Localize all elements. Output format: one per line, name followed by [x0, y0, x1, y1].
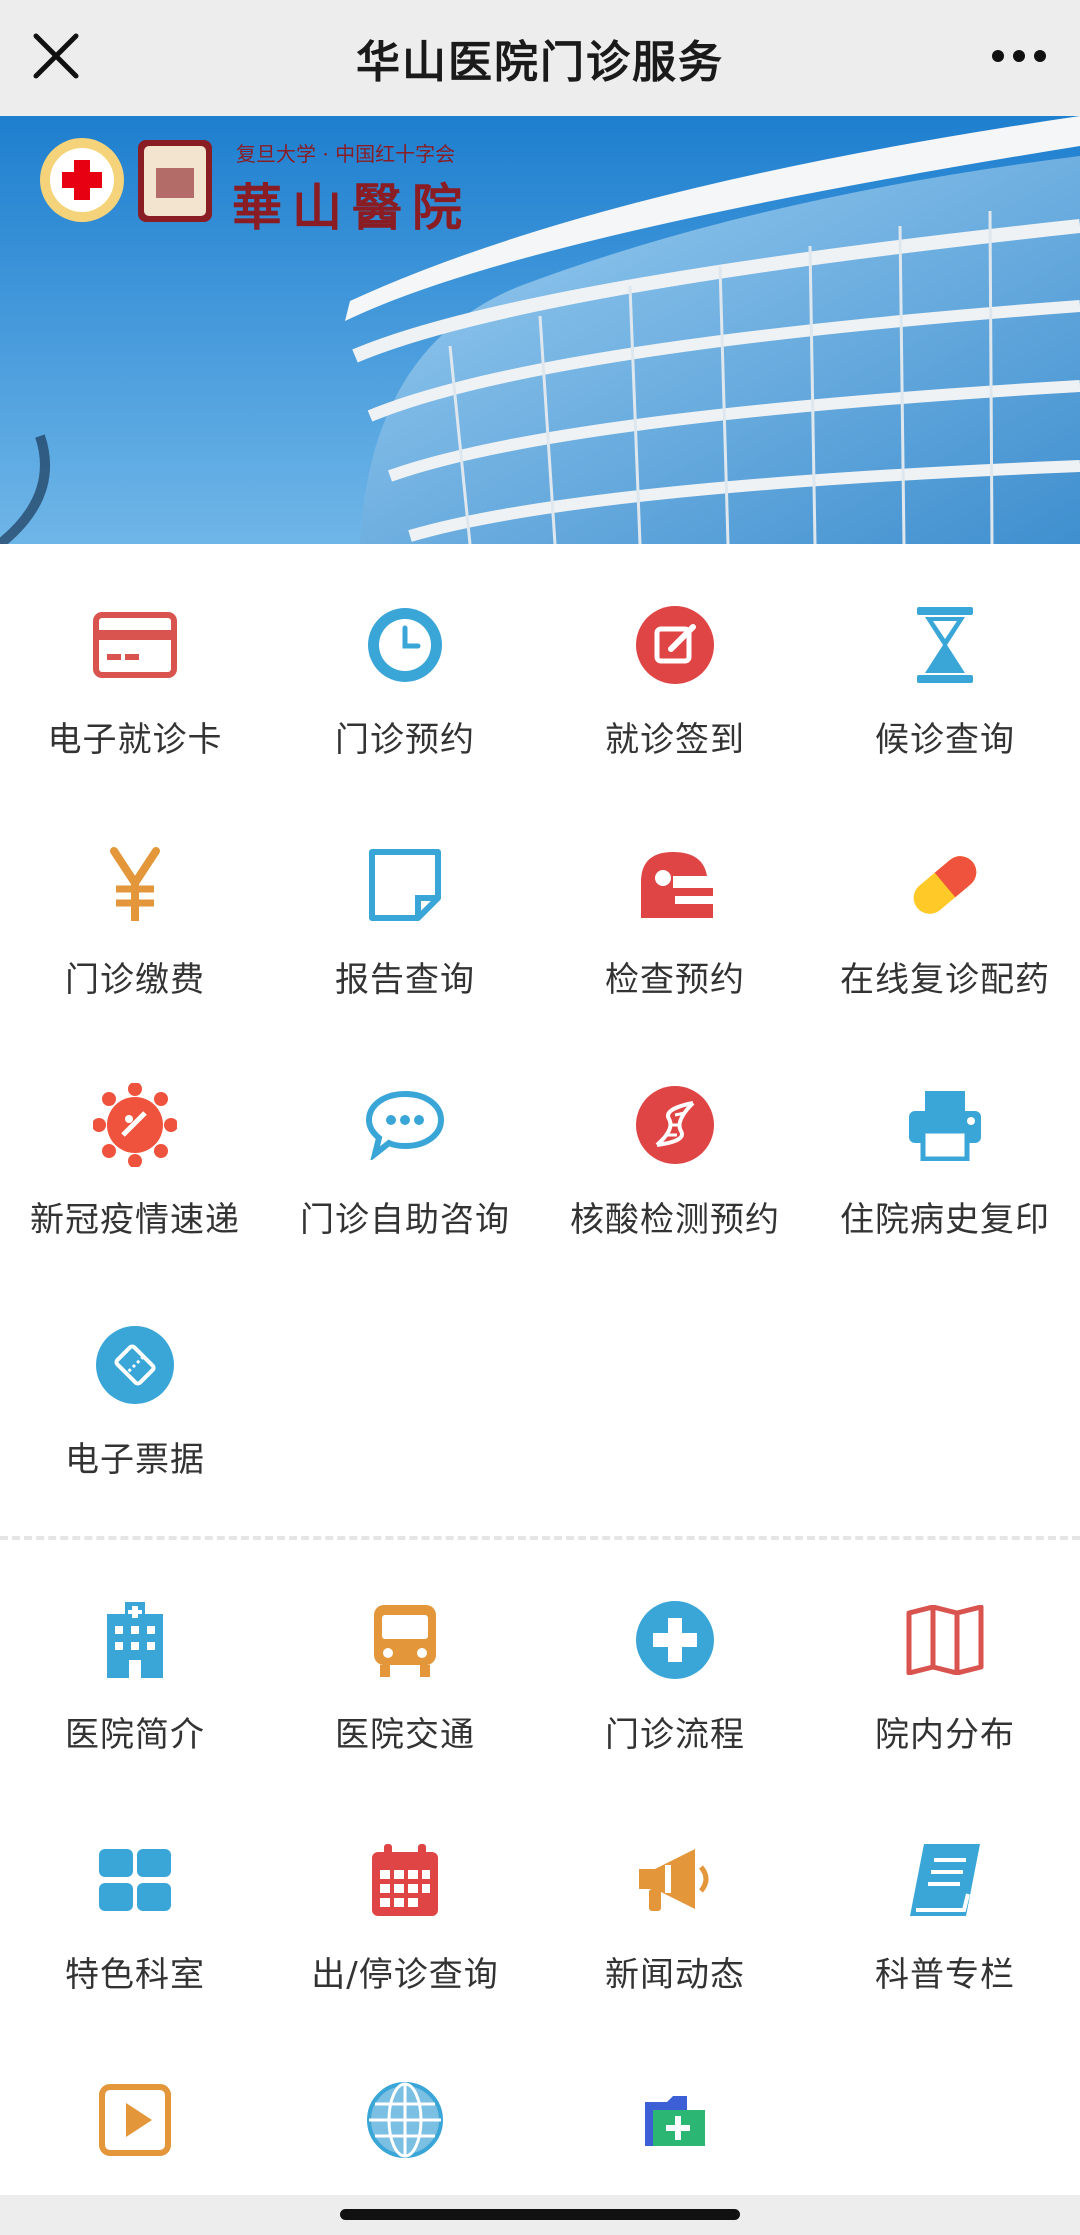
- info-label: 特色科室: [65, 1955, 205, 1995]
- scanner-icon: [630, 840, 720, 930]
- service-label: 电子就诊卡: [47, 720, 223, 760]
- service-label: 检查预约: [605, 960, 745, 1000]
- service-e-card[interactable]: 电子就诊卡: [0, 600, 270, 800]
- service-report[interactable]: 报告查询: [270, 840, 540, 1040]
- service-label: 电子票据: [65, 1440, 205, 1480]
- more-icon[interactable]: [984, 26, 1054, 86]
- service-label: 候诊查询: [875, 720, 1015, 760]
- service-label: 核酸检测预约: [570, 1200, 780, 1240]
- info-label: 医院交通: [335, 1715, 475, 1755]
- service-queue[interactable]: 候诊查询: [810, 600, 1080, 800]
- top-bar: 华山医院门诊服务: [0, 0, 1080, 116]
- info-label: 医院简介: [65, 1715, 205, 1755]
- service-label: 新冠疫情速递: [30, 1200, 240, 1240]
- book-icon: [900, 1835, 990, 1925]
- service-label: 在线复诊配药: [840, 960, 1050, 1000]
- banner-logo-small-text: 复旦大学 · 中国红十字会: [236, 142, 456, 166]
- bus-icon: [360, 1595, 450, 1685]
- building-icon: [90, 1595, 180, 1685]
- info-process[interactable]: 门诊流程: [540, 1595, 810, 1795]
- pill-icon: [900, 840, 990, 930]
- info-label: 出/停诊查询: [311, 1955, 499, 1995]
- info-schedule[interactable]: 出/停诊查询: [270, 1835, 540, 2035]
- info-label: 院内分布: [875, 1715, 1015, 1755]
- virus-icon: [90, 1080, 180, 1170]
- clock-icon: [360, 600, 450, 690]
- plus-circle-icon: [630, 1595, 720, 1685]
- info-transport[interactable]: 医院交通: [270, 1595, 540, 1795]
- service-label: 就诊签到: [605, 720, 745, 760]
- info-science[interactable]: 科普专栏: [810, 1835, 1080, 2035]
- info-news[interactable]: 新闻动态: [540, 1835, 810, 2035]
- banner-logo-text: 華山醫院: [232, 178, 472, 237]
- globe-icon: [360, 2075, 450, 2165]
- chat-icon: [360, 1080, 450, 1170]
- service-label: 住院病史复印: [840, 1200, 1050, 1240]
- service-online-refill[interactable]: 在线复诊配药: [810, 840, 1080, 1040]
- info-floor-map[interactable]: 院内分布: [810, 1595, 1080, 1795]
- info-hospital-intro[interactable]: 医院简介: [0, 1595, 270, 1795]
- page-title: 华山医院门诊服务: [356, 37, 724, 88]
- grid-icon: [90, 1835, 180, 1925]
- calendar-icon: [360, 1835, 450, 1925]
- megaphone-icon: [630, 1835, 720, 1925]
- card-icon: [90, 600, 180, 690]
- folder-add-icon: [630, 2075, 720, 2165]
- service-exam-booking[interactable]: 检查预约: [540, 840, 810, 1040]
- printer-icon: [900, 1080, 990, 1170]
- map-icon: [900, 1595, 990, 1685]
- hourglass-icon: [900, 600, 990, 690]
- service-self-consult[interactable]: 门诊自助咨询: [270, 1080, 540, 1280]
- close-icon[interactable]: [26, 26, 86, 86]
- section-divider: [0, 1536, 1080, 1540]
- info-label: 新闻动态: [605, 1955, 745, 1995]
- red-cross-logo: [40, 138, 124, 222]
- hospital-seal-logo: [138, 140, 212, 222]
- info-label: 科普专栏: [875, 1955, 1015, 1995]
- edit-icon: [630, 600, 720, 690]
- service-nucleic-test[interactable]: 核酸检测预约: [540, 1080, 810, 1280]
- ticket-icon: [90, 1320, 180, 1410]
- service-record-copy[interactable]: 住院病史复印: [810, 1080, 1080, 1280]
- dna-icon: [630, 1080, 720, 1170]
- service-checkin[interactable]: 就诊签到: [540, 600, 810, 800]
- video-icon: [90, 2075, 180, 2165]
- service-covid-news[interactable]: 新冠疫情速递: [0, 1080, 270, 1280]
- hospital-banner[interactable]: 复旦大学 · 中国红十字会 華山醫院: [0, 116, 1080, 544]
- service-payment[interactable]: 门诊缴费: [0, 840, 270, 1040]
- home-indicator-bar: [0, 2195, 1080, 2235]
- service-e-receipt[interactable]: 电子票据: [0, 1320, 270, 1520]
- home-indicator[interactable]: [340, 2209, 740, 2220]
- info-departments[interactable]: 特色科室: [0, 1835, 270, 2035]
- service-label: 门诊缴费: [65, 960, 205, 1000]
- service-label: 门诊自助咨询: [300, 1200, 510, 1240]
- info-label: 门诊流程: [605, 1715, 745, 1755]
- service-label: 门诊预约: [335, 720, 475, 760]
- yen-icon: [90, 840, 180, 930]
- service-appointment[interactable]: 门诊预约: [270, 600, 540, 800]
- service-label: 报告查询: [335, 960, 475, 1000]
- note-icon: [360, 840, 450, 930]
